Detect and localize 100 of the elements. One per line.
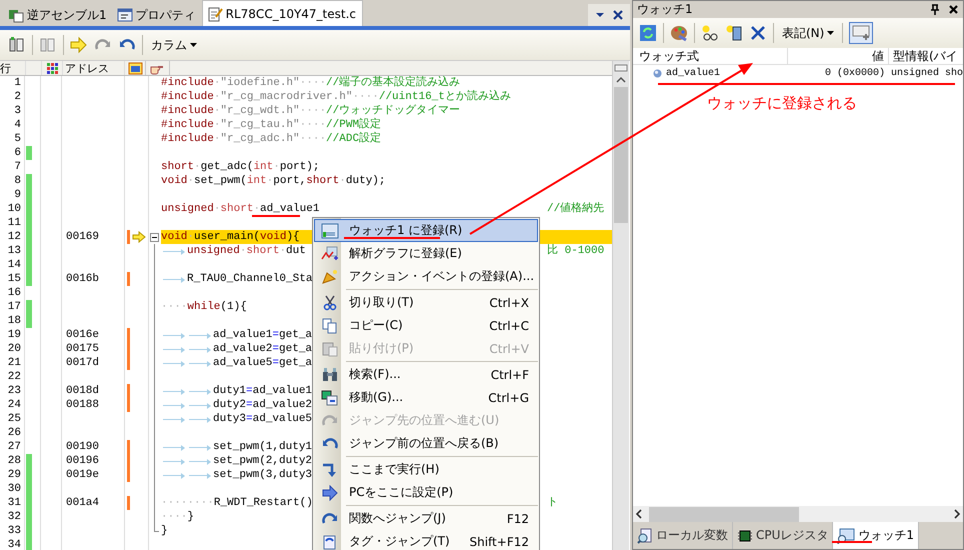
code-line: void·user_main(void){: [161, 230, 300, 244]
menu-item[interactable]: コピー(C) Ctrl+C: [314, 314, 538, 337]
address-cell-text: 0018d: [65, 385, 100, 397]
line-number: 14: [0, 258, 25, 272]
collapse-icon[interactable]: [150, 233, 159, 242]
editor-tab[interactable]: RL78CC_10Y47_test.c: [202, 0, 364, 26]
menu-item[interactable]: 関数へジャンプ(J) F12: [314, 507, 538, 530]
copy-icon: [321, 318, 339, 334]
code-line: set_pwm(1,duty1: [161, 440, 312, 454]
properties-icon: [116, 7, 133, 23]
line-number: 27: [0, 440, 25, 454]
panel-tab[interactable]: ローカル変数: [633, 522, 733, 549]
scrollbar-thumb[interactable]: [614, 87, 628, 223]
line-number: 32: [0, 510, 25, 524]
horizontal-scrollbar[interactable]: [633, 506, 963, 522]
panel-tab[interactable]: ウォッチ1: [833, 522, 920, 549]
line-number: 23: [0, 384, 25, 398]
menu-item[interactable]: 検索(F)... Ctrl+F: [314, 363, 538, 386]
redo-icon: [321, 412, 339, 428]
line-number: 34: [0, 538, 25, 550]
code-comment: ト: [547, 496, 558, 510]
address-cell-text: 00188: [65, 399, 100, 411]
code-line: #include·"iodefine.h"····//端子の基本設定読み込み: [161, 76, 460, 90]
redo-icon: [321, 510, 339, 526]
notation-menu[interactable]: 表記(N): [780, 24, 836, 42]
hex-display-button[interactable]: [849, 22, 874, 44]
line-number: 25: [0, 412, 25, 426]
address-cell-text: 0016e: [65, 329, 100, 341]
column-header: アドレス: [63, 61, 125, 75]
code-line: unsigned·short·ad_value1: [161, 202, 320, 216]
panel-title: ウォッチ1: [637, 1, 693, 18]
code-line: short·get_adc(int·port);: [161, 160, 320, 174]
line-number: 11: [0, 216, 25, 230]
line-number: 10: [0, 202, 25, 216]
line-number: 5: [0, 132, 25, 146]
menu-item[interactable]: アクション・イベントの登録(A)...: [314, 265, 538, 288]
chip-icon: [737, 528, 753, 544]
menu-item[interactable]: 解析グラフに登録(E): [314, 242, 538, 265]
column-header: 値: [788, 48, 889, 64]
line-number: 29: [0, 468, 25, 482]
line-number: 3: [0, 104, 25, 118]
code-line: #include·"r_cg_macrodriver.h"····//uint16_tとか読み込み: [161, 90, 511, 104]
delete-icon[interactable]: [749, 24, 767, 42]
line-number: 12: [0, 230, 25, 244]
code-line: ad_value5=get_a: [161, 356, 312, 370]
line-number: 19: [0, 328, 25, 342]
right-arrow-icon[interactable]: [70, 36, 88, 54]
edit-document-icon: [206, 6, 223, 22]
line-number: 24: [0, 398, 25, 412]
line-number: 28: [0, 454, 25, 468]
code-comment: //値格納先: [547, 202, 604, 216]
refresh-icon[interactable]: [639, 24, 657, 42]
menu-item[interactable]: PCをここに設定(P): [314, 481, 538, 504]
code-line: }: [161, 524, 168, 538]
address-cell-text: 0016b: [65, 273, 100, 285]
menu-item[interactable]: ウォッチ1 に登録(R): [314, 219, 538, 242]
graph-icon: [321, 246, 339, 262]
code-line: ········R_WDT_Restart(): [161, 496, 313, 510]
close-icon[interactable]: [612, 9, 624, 21]
address-cell-text: 0017d: [65, 357, 100, 369]
step-arrow-icon: [321, 462, 339, 478]
code-line: ad_value1=get_a: [161, 328, 312, 342]
menu-item[interactable]: 切り取り(T) Ctrl+X: [314, 291, 538, 314]
column-header: 行: [0, 61, 26, 75]
line-number: 1: [0, 76, 25, 90]
line-number: 8: [0, 174, 25, 188]
code-line: set_pwm(2,duty2: [161, 454, 312, 468]
menu-item[interactable]: タグ・ジャンプ(T) Shift+F12: [314, 530, 538, 550]
scroll-up-icon[interactable]: [614, 75, 628, 85]
line-number: 33: [0, 524, 25, 538]
address-cell-text: 00169: [65, 231, 100, 243]
menu-item[interactable]: 移動(G)... Ctrl+G: [314, 386, 538, 409]
line-number: 18: [0, 314, 25, 328]
address-cell-text: 00196: [65, 455, 100, 467]
line-number: 13: [0, 244, 25, 258]
scrollbar-thumb[interactable]: [649, 506, 799, 522]
column-layout-icon[interactable]: [8, 36, 26, 54]
palette-icon[interactable]: [670, 24, 688, 42]
variable-icon: [653, 69, 662, 78]
annotation-text: ウォッチに登録される: [707, 94, 857, 113]
editor-tab[interactable]: プロパティ: [112, 4, 202, 26]
line-number: 21: [0, 356, 25, 370]
menu-item[interactable]: ここまで実行(H): [314, 458, 538, 481]
pin-icon[interactable]: [930, 4, 940, 15]
column-menu[interactable]: カラム: [149, 36, 199, 54]
annotation-underline: [832, 541, 872, 543]
watch-expression: ad_value1: [666, 68, 720, 79]
grid-icon: [46, 62, 58, 74]
undo-icon: [321, 436, 339, 452]
code-line: duty1=ad_value1: [161, 384, 312, 398]
editor-tab[interactable]: 逆アセンブル1: [4, 4, 113, 26]
menu-item[interactable]: ジャンプ前の位置へ戻る(B): [314, 432, 538, 455]
line-number: 22: [0, 370, 25, 384]
address-cell-text: 00175: [65, 343, 100, 355]
scissors-icon: [321, 294, 339, 310]
code-line: R_TAU0_Channel0_Sta: [161, 272, 312, 286]
caret-icon: [827, 30, 834, 36]
vertical-scrollbar[interactable]: [612, 61, 629, 550]
column-header: 型情報(バイ: [892, 48, 959, 64]
close-icon[interactable]: [948, 4, 959, 15]
